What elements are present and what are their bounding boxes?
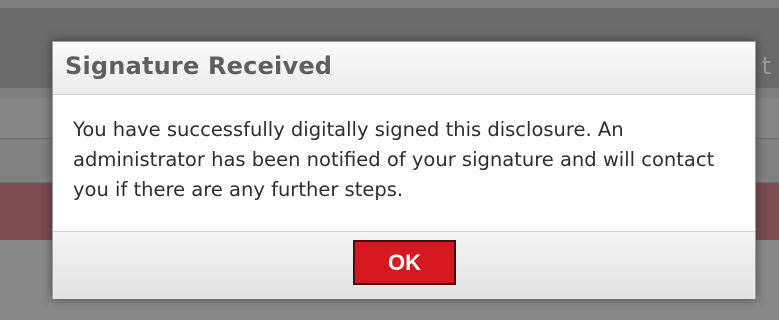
- ok-button[interactable]: OK: [353, 240, 456, 285]
- signature-received-dialog: Signature Received You have successfully…: [52, 41, 756, 299]
- background-header-text: t: [761, 52, 771, 80]
- dialog-title: Signature Received: [65, 52, 333, 80]
- dialog-footer: OK: [53, 231, 755, 299]
- dialog-message: You have successfully digitally signed t…: [73, 118, 715, 201]
- dialog-header: Signature Received: [53, 42, 755, 95]
